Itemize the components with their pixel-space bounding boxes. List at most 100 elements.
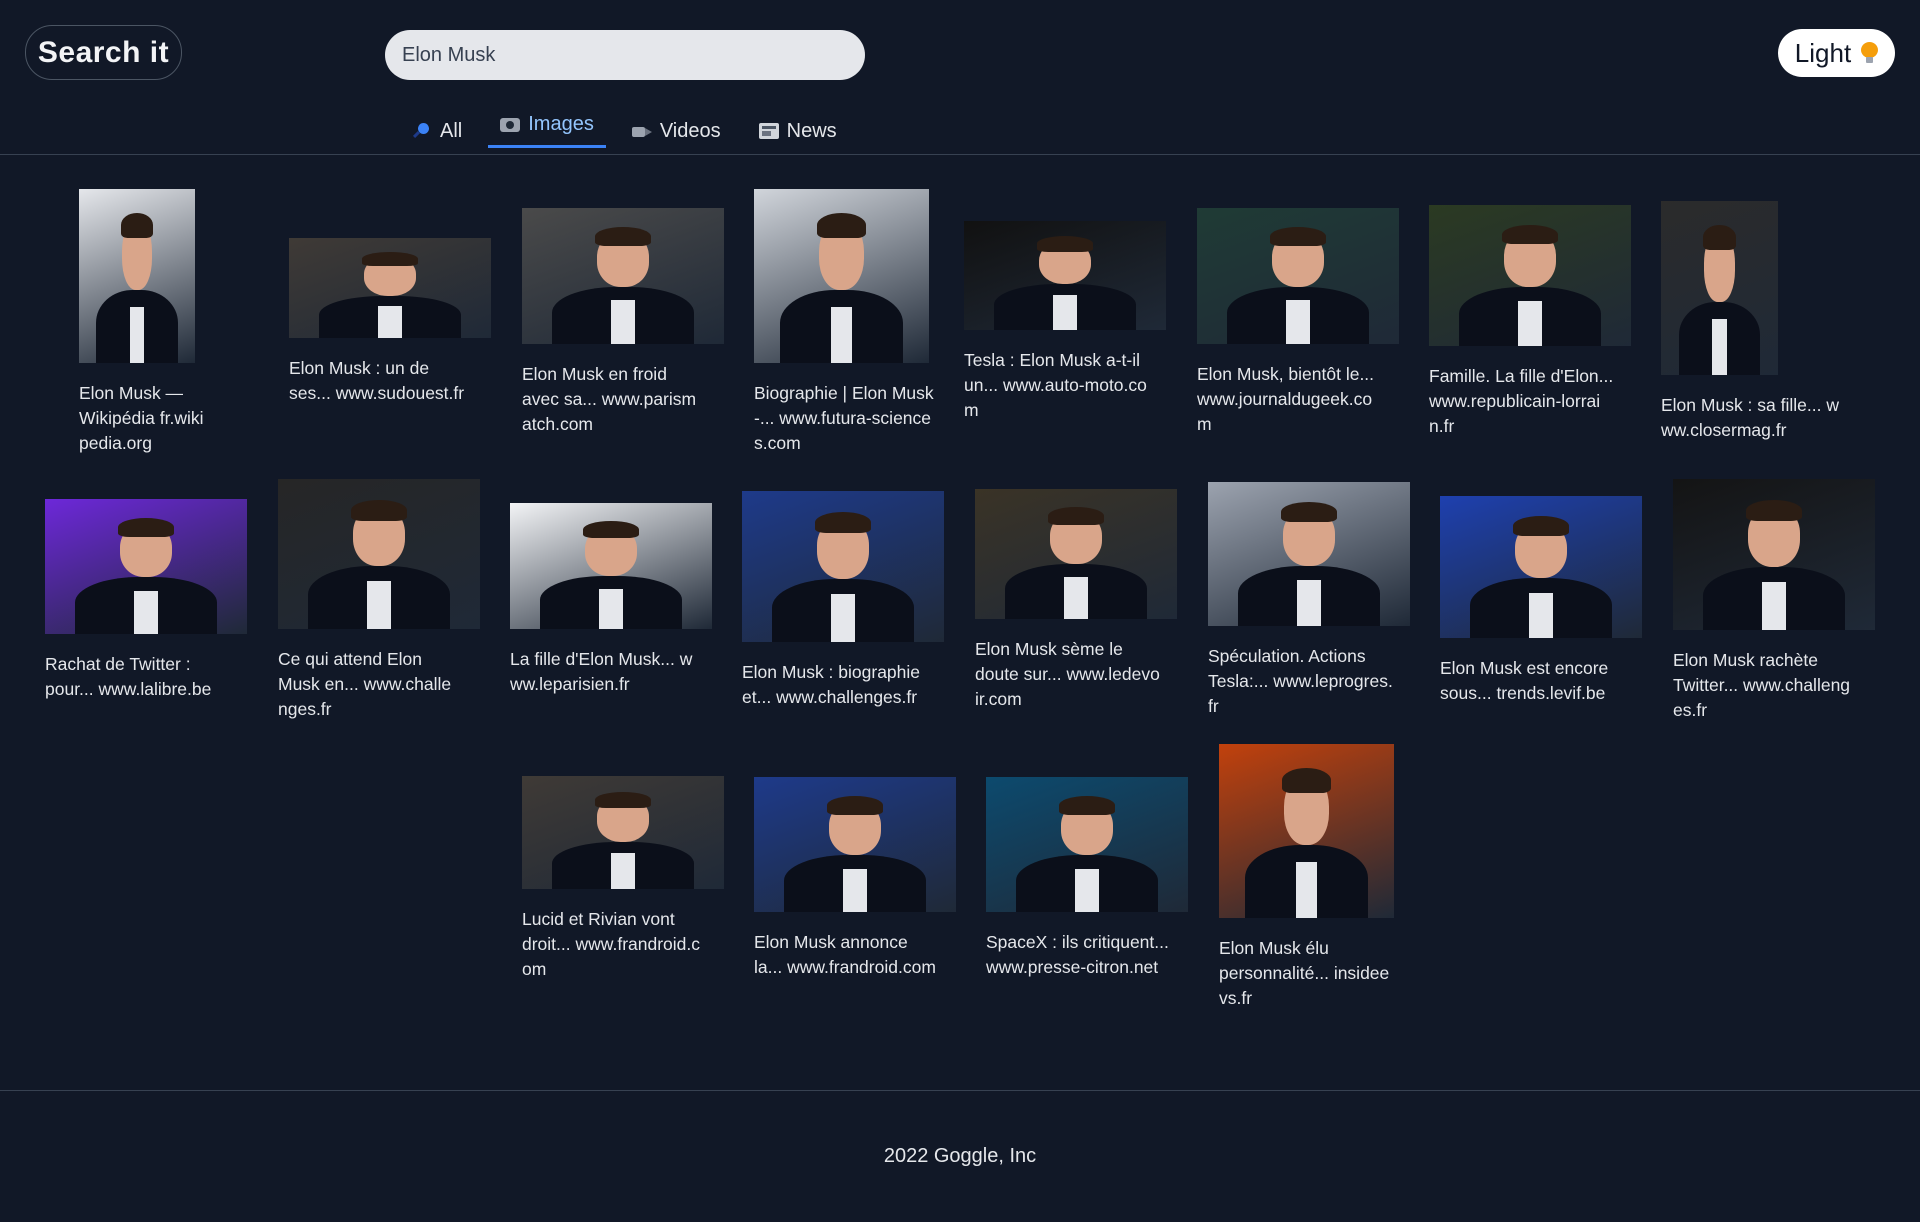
image-result[interactable]: Biographie | Elon Musk -... www.futura-s… (754, 189, 939, 456)
image-result[interactable]: Elon Musk rachète Twitter... www.challen… (1673, 479, 1875, 723)
result-caption: La fille d'Elon Musk... www.leparisien.f… (510, 647, 695, 697)
tab-images[interactable]: Images (488, 104, 606, 148)
person-shirt (1063, 577, 1089, 619)
image-result[interactable]: Elon Musk sème le doute sur... www.ledev… (975, 489, 1177, 712)
result-thumbnail[interactable] (1197, 208, 1399, 344)
image-result[interactable]: Elon Musk annonce la... www.frandroid.co… (754, 777, 956, 980)
image-result[interactable]: Tesla : Elon Musk a-t-il un... www.auto-… (964, 221, 1166, 423)
person-shirt (1296, 862, 1317, 918)
theme-toggle-button[interactable]: Light (1778, 29, 1895, 77)
result-source-link[interactable]: trends.levif.be (1496, 683, 1605, 703)
result-source-link[interactable]: www.sudouest.fr (336, 383, 464, 403)
result-source-link[interactable]: www.frandroid.com (787, 957, 936, 977)
image-result[interactable]: Elon Musk est encore sous... trends.levi… (1440, 496, 1642, 706)
result-thumbnail[interactable] (1429, 205, 1631, 346)
result-thumbnail[interactable] (754, 189, 929, 363)
result-thumbnail[interactable] (754, 777, 956, 912)
result-title-link[interactable]: Elon Musk, bientôt le... (1197, 364, 1374, 384)
person-hair (350, 500, 408, 521)
result-thumbnail[interactable] (975, 489, 1177, 619)
result-source-link[interactable]: www.futura-sciences.com (754, 408, 931, 453)
footer: 2022 Goggle, Inc (0, 1090, 1920, 1222)
person-shirt (1712, 319, 1727, 375)
result-thumbnail[interactable] (522, 776, 724, 889)
result-thumbnail[interactable] (742, 491, 944, 642)
result-source-link[interactable]: www.challenges.fr (776, 687, 917, 707)
person-hair (1512, 515, 1570, 536)
result-thumbnail[interactable] (45, 499, 247, 634)
image-result[interactable]: Elon Musk, bientôt le... www.journalduge… (1197, 208, 1399, 437)
result-caption: Biographie | Elon Musk -... www.futura-s… (754, 381, 939, 456)
result-caption: SpaceX : ils critiquent... www.presse-ci… (986, 930, 1171, 980)
person-shirt (830, 593, 856, 642)
person-shirt (1296, 579, 1322, 626)
person-shirt (1074, 868, 1100, 912)
image-result[interactable]: Ce qui attend Elon Musk en... www.challe… (278, 479, 480, 722)
result-thumbnail[interactable] (964, 221, 1166, 330)
image-result[interactable]: La fille d'Elon Musk... www.leparisien.f… (510, 503, 712, 697)
tab-label: Images (528, 113, 594, 135)
image-result[interactable]: Rachat de Twitter : pour... www.lalibre.… (45, 499, 247, 702)
image-result[interactable]: Elon Musk : un de ses... www.sudouest.fr (289, 238, 491, 406)
result-caption: Elon Musk : biographie et... www.challen… (742, 660, 927, 710)
result-title-link[interactable]: La fille d'Elon Musk... (510, 649, 675, 669)
tab-label: News (786, 119, 837, 142)
search-bar[interactable] (385, 30, 865, 80)
result-caption: Lucid et Rivian vont droit... www.frandr… (522, 907, 707, 982)
result-thumbnail[interactable] (278, 479, 480, 629)
result-source-link[interactable]: www.journaldugeek.com (1197, 389, 1372, 434)
image-result[interactable]: SpaceX : ils critiquent... www.presse-ci… (986, 777, 1188, 980)
person-hair (361, 252, 419, 266)
result-thumbnail[interactable] (289, 238, 491, 338)
result-source-link[interactable]: www.republicain-lorrain.fr (1429, 391, 1600, 436)
person-hair (814, 512, 872, 534)
person-shirt (133, 590, 159, 634)
footer-copyright: 2022 Goggle, Inc (883, 1145, 1037, 1167)
result-title-link[interactable]: SpaceX : ils critiquent... (986, 932, 1169, 952)
image-result[interactable]: Lucid et Rivian vont droit... www.frandr… (522, 776, 724, 982)
result-thumbnail[interactable] (1673, 479, 1875, 630)
result-thumbnail[interactable] (522, 208, 724, 344)
image-result[interactable]: Elon Musk : sa fille... www.closermag.fr (1661, 201, 1846, 443)
result-thumbnail[interactable] (986, 777, 1188, 912)
result-thumbnail[interactable] (510, 503, 712, 629)
result-title-link[interactable]: Elon Musk élu personnalité... (1219, 938, 1329, 983)
tab-all[interactable]: All (400, 110, 474, 152)
result-caption: Elon Musk — Wikipédia fr.wikipedia.org (79, 381, 209, 456)
result-thumbnail[interactable] (1219, 744, 1394, 918)
image-result[interactable]: Elon Musk en froid avec sa... www.parism… (522, 208, 724, 437)
person-hair (826, 795, 884, 815)
person-hair (1058, 795, 1116, 815)
person-shirt (1528, 592, 1554, 638)
person-shirt (1517, 300, 1543, 346)
person-hair (1501, 224, 1559, 245)
result-thumbnail[interactable] (1661, 201, 1778, 375)
result-title-link[interactable]: Famille. La fille d'Elon... (1429, 366, 1613, 386)
result-caption: Famille. La fille d'Elon... www.republic… (1429, 364, 1614, 439)
person-hair (1036, 236, 1094, 252)
result-caption: Elon Musk, bientôt le... www.journalduge… (1197, 362, 1382, 437)
tab-videos[interactable]: Videos (620, 110, 733, 152)
result-title-link[interactable]: Elon Musk : sa fille... (1661, 395, 1821, 415)
result-thumbnail[interactable] (1440, 496, 1642, 638)
lightbulb-icon (1861, 42, 1879, 64)
person-hair (1703, 225, 1736, 250)
search-input[interactable] (385, 30, 865, 80)
tab-news[interactable]: News (747, 110, 849, 152)
person-shirt (610, 300, 636, 344)
result-source-link[interactable]: www.lalibre.be (99, 679, 212, 699)
image-result[interactable]: Famille. La fille d'Elon... www.republic… (1429, 205, 1631, 439)
person-hair (1269, 227, 1327, 247)
image-result[interactable]: Elon Musk élu personnalité... insideevs.… (1219, 744, 1394, 1011)
image-result[interactable]: Elon Musk — Wikipédia fr.wikipedia.org (79, 189, 209, 456)
image-result[interactable]: Elon Musk : biographie et... www.challen… (742, 491, 944, 710)
person-hair (1745, 500, 1803, 522)
result-source-link[interactable]: www.presse-citron.net (986, 957, 1158, 977)
person-shirt (831, 307, 852, 363)
result-thumbnail[interactable] (79, 189, 195, 363)
result-caption: Tesla : Elon Musk a-t-il un... www.auto-… (964, 348, 1149, 423)
result-caption: Elon Musk élu personnalité... insideevs.… (1219, 936, 1394, 1011)
image-result[interactable]: Spéculation. Actions Tesla:... www.lepro… (1208, 482, 1410, 719)
result-thumbnail[interactable] (1208, 482, 1410, 626)
logo[interactable]: Search it (25, 25, 182, 80)
